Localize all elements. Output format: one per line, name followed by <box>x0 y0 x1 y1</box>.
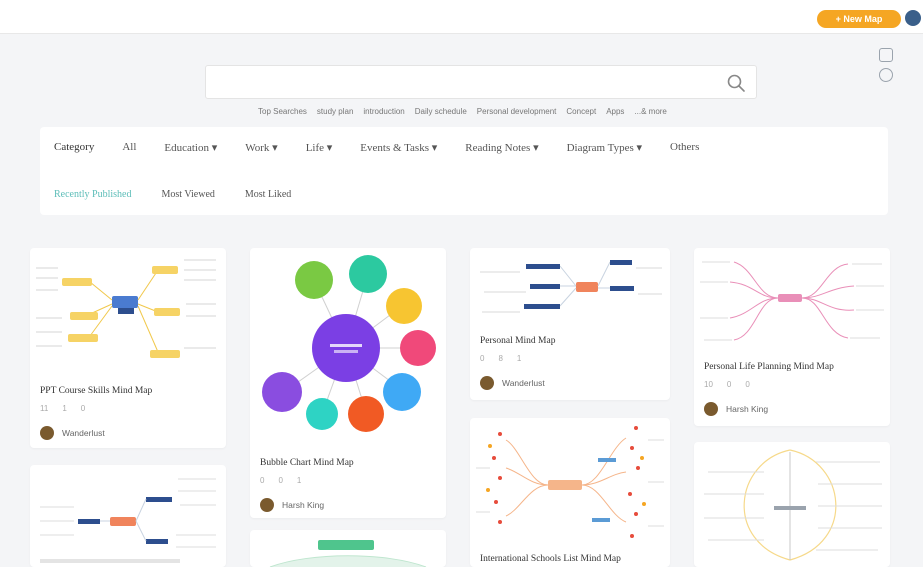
card-stats: 10 0 0 <box>704 380 750 389</box>
card-author[interactable]: Harsh King <box>260 498 324 512</box>
category-label: Category <box>54 141 95 153</box>
template-card[interactable] <box>694 442 890 567</box>
view-count: 0 <box>260 476 265 485</box>
comment-count: 0 <box>80 404 86 413</box>
mind-map-thumbnail <box>704 449 882 561</box>
tab-recently-published[interactable]: Recently Published <box>54 189 132 200</box>
comment-count: 1 <box>296 476 302 485</box>
author-avatar <box>260 498 274 512</box>
hot-tag[interactable]: study plan <box>317 107 353 121</box>
view-count: 10 <box>704 380 713 389</box>
filter-life[interactable]: Life ▾ <box>306 141 333 154</box>
like-count: 1 <box>62 404 67 413</box>
hot-tag[interactable]: Daily schedule <box>415 107 467 121</box>
template-card[interactable] <box>30 465 226 567</box>
top-bar: + New Map <box>0 0 923 34</box>
filter-reading-notes[interactable]: Reading Notes ▾ <box>465 141 538 154</box>
template-card[interactable]: Personal Mind Map 0 8 1 Wanderlust <box>470 248 670 400</box>
mind-map-thumbnail <box>36 259 216 358</box>
card-author[interactable]: Harsh King <box>704 402 768 416</box>
like-count: 0 <box>726 380 732 389</box>
author-name: Harsh King <box>282 500 325 510</box>
mind-map-thumbnail <box>476 426 664 538</box>
refresh-icon[interactable] <box>879 68 893 82</box>
search-icon[interactable] <box>726 73 746 93</box>
search-input[interactable] <box>206 66 756 98</box>
like-count: 8 <box>498 354 503 363</box>
sort-tabs: Recently Published Most Viewed Most Like… <box>54 189 291 200</box>
filter-others[interactable]: Others <box>670 141 699 154</box>
hot-tag[interactable]: Personal development <box>477 107 557 121</box>
card-title[interactable]: Bubble Chart Mind Map <box>260 458 354 468</box>
hot-tag[interactable]: introduction <box>363 107 404 121</box>
template-card[interactable]: Bubble Chart Mind Map 0 0 1 Harsh King <box>250 248 446 518</box>
author-avatar <box>480 376 494 390</box>
author-avatar <box>704 402 718 416</box>
author-name: Wanderlust <box>502 378 545 388</box>
search-box <box>205 65 757 99</box>
card-author[interactable]: Wanderlust <box>40 426 105 440</box>
author-name: Wanderlust <box>62 428 105 438</box>
hot-tag[interactable]: Top Searches <box>258 107 307 121</box>
filter-panel: Category All Education ▾ Work ▾ Life ▾ E… <box>40 127 888 215</box>
view-count: 11 <box>40 404 49 413</box>
like-count: 0 <box>278 476 283 485</box>
user-avatar[interactable] <box>905 10 921 26</box>
card-stats: 0 8 1 <box>480 354 521 363</box>
author-name: Harsh King <box>726 404 769 414</box>
filter-work[interactable]: Work ▾ <box>245 141 277 154</box>
filter-diagram-types[interactable]: Diagram Types ▾ <box>567 141 642 154</box>
hot-tag[interactable]: Concept <box>566 107 596 121</box>
comment-count: 0 <box>745 380 750 389</box>
mind-map-thumbnail <box>40 478 216 563</box>
grid-icon[interactable] <box>879 48 893 62</box>
template-card[interactable]: International Schools List Mind Map <box>470 418 670 567</box>
card-title[interactable]: PPT Course Skills Mind Map <box>40 386 152 396</box>
new-map-button[interactable]: + New Map <box>817 10 901 28</box>
view-count: 0 <box>480 354 485 363</box>
mind-map-thumbnail <box>269 540 427 567</box>
category-filter-row: Category All Education ▾ Work ▾ Life ▾ E… <box>54 141 699 154</box>
filter-all[interactable]: All <box>122 141 136 154</box>
hot-tag[interactable]: Apps <box>606 107 624 121</box>
card-title[interactable]: Personal Mind Map <box>480 336 555 346</box>
template-card[interactable]: Personal Life Planning Mind Map 10 0 0 H… <box>694 248 890 426</box>
hot-search-tags: Top Searches study plan introduction Dai… <box>258 107 728 121</box>
card-stats: 11 1 0 <box>40 404 85 413</box>
filter-education[interactable]: Education ▾ <box>164 141 217 154</box>
mind-map-thumbnail <box>480 260 662 313</box>
tab-most-liked[interactable]: Most Liked <box>245 189 291 200</box>
card-stats: 0 0 1 <box>260 476 301 485</box>
card-title[interactable]: International Schools List Mind Map <box>480 554 621 564</box>
card-author[interactable]: Wanderlust <box>480 376 545 390</box>
side-toolbar <box>879 48 919 88</box>
mind-map-thumbnail <box>700 261 884 341</box>
hot-tag[interactable]: ...& more <box>634 107 666 121</box>
tab-most-viewed[interactable]: Most Viewed <box>162 189 215 200</box>
card-title[interactable]: Personal Life Planning Mind Map <box>704 362 834 372</box>
template-card[interactable]: PPT Course Skills Mind Map 11 1 0 Wander… <box>30 248 226 448</box>
filter-events-tasks[interactable]: Events & Tasks ▾ <box>360 141 437 154</box>
comment-count: 1 <box>516 354 522 363</box>
author-avatar <box>40 426 54 440</box>
template-card[interactable] <box>250 530 446 567</box>
bubble-map-thumbnail <box>262 255 436 432</box>
